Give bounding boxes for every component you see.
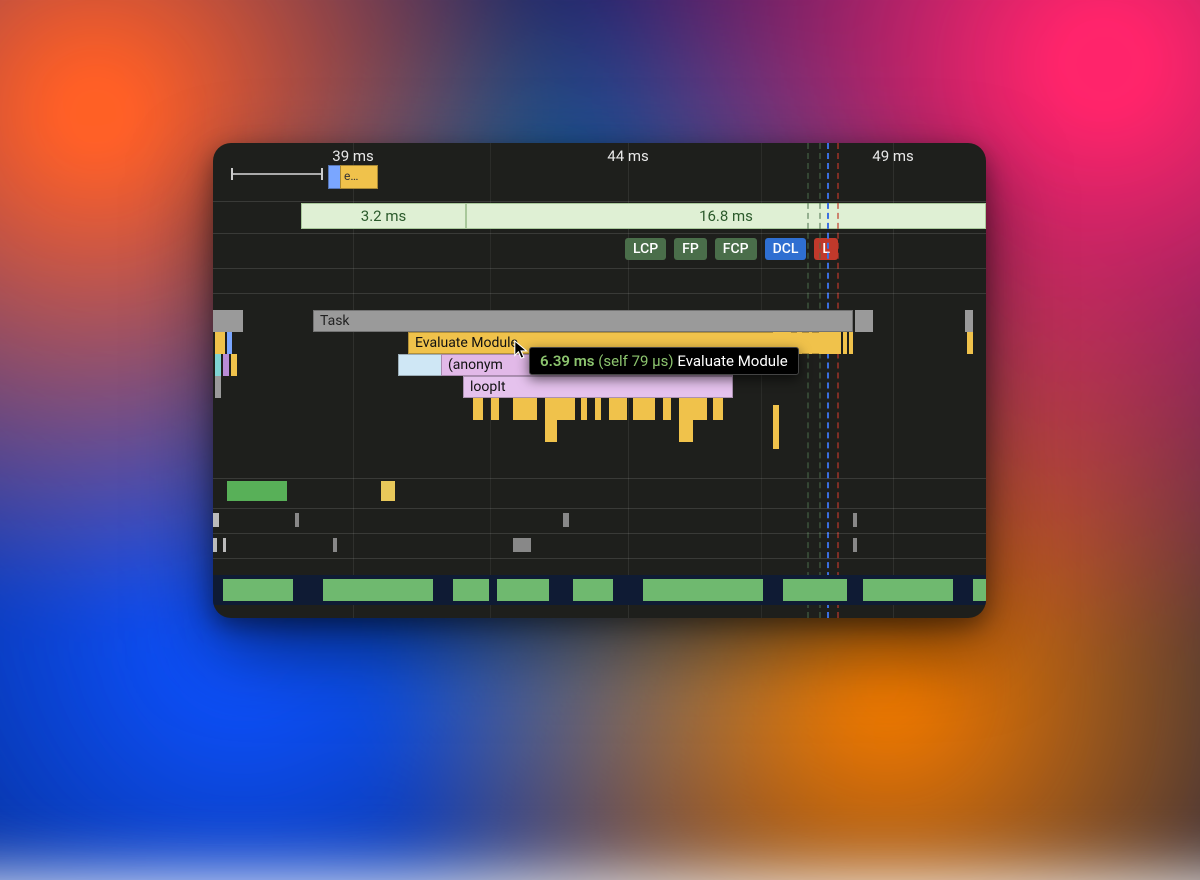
flame-tall-sliver[interactable] [773, 405, 779, 449]
frame-duration: 16.8 ms [699, 207, 753, 225]
track-divider [213, 268, 986, 269]
tooltip-self-time: (self 79 µs) [598, 352, 673, 370]
ruler-range-indicator[interactable] [231, 173, 323, 175]
track-divider [213, 201, 986, 202]
flame-children-row[interactable] [213, 398, 986, 420]
overview-event-box[interactable]: e… [340, 165, 378, 189]
track-divider [213, 233, 986, 234]
flame-label: loopIt [470, 379, 506, 395]
flame-children-row-2[interactable] [213, 420, 986, 442]
thin-track-1[interactable] [213, 513, 986, 527]
tooltip-name: Evaluate Module [677, 352, 787, 370]
badge-dcl[interactable]: DCL [765, 238, 807, 260]
flame-label: (anonym [448, 357, 503, 373]
frame-duration: 3.2 ms [361, 207, 406, 225]
frames-track[interactable]: 3.2 ms 16.8 ms [213, 203, 986, 231]
track-divider [213, 533, 986, 534]
time-ruler[interactable]: 39 ms 44 ms 49 ms e… [213, 143, 986, 173]
raster-track[interactable] [213, 575, 986, 605]
tooltip-time: 6.39 ms [540, 352, 594, 370]
track-divider [213, 558, 986, 559]
track-divider [213, 478, 986, 479]
badge-lcp[interactable]: LCP [625, 238, 666, 260]
flame-layout-pale[interactable] [398, 354, 442, 376]
gpu-track[interactable] [213, 481, 986, 505]
ruler-tick: 39 ms [332, 147, 373, 165]
badge-fcp[interactable]: FCP [715, 238, 757, 260]
timings-badges: LCP FP FCP DCL L [621, 238, 838, 260]
badge-fp[interactable]: FP [674, 238, 707, 260]
flame-loopit[interactable]: loopIt [463, 376, 733, 398]
flame-right-slivers[interactable] [213, 310, 986, 332]
thin-track-2[interactable] [213, 538, 986, 552]
flame-tooltip: 6.39 ms (self 79 µs) Evaluate Module [529, 347, 799, 375]
frame-segment[interactable]: 3.2 ms [301, 203, 466, 229]
ruler-tick: 49 ms [872, 147, 913, 165]
devtools-performance-panel[interactable]: 39 ms 44 ms 49 ms e… 3.2 ms 16.8 ms LCP … [213, 143, 986, 618]
frame-segment[interactable]: 16.8 ms [466, 203, 986, 229]
track-divider [213, 293, 986, 294]
track-divider [213, 508, 986, 509]
ruler-tick: 44 ms [607, 147, 648, 165]
